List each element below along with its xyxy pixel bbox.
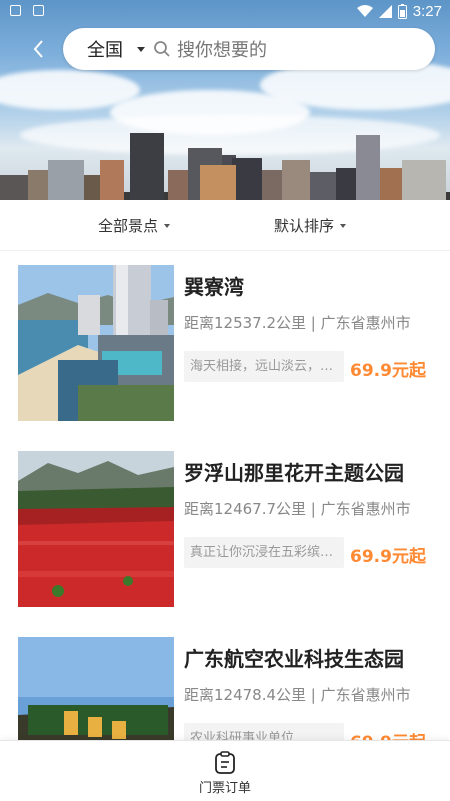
battery-icon: [397, 4, 407, 19]
spot-distance: 距离12467.7公里 | 广东省惠州市: [184, 500, 411, 518]
spot-tagline: 海天相接，远山淡云，阳光沙滩: [184, 351, 344, 382]
wifi-icon: [356, 5, 373, 17]
tab-ticket-orders-label: 门票订单: [198, 781, 251, 796]
sort-filter-label: 默认排序: [274, 217, 335, 235]
spot-name: 罗浮山那里花开主题公园: [184, 461, 404, 485]
image-icon: [10, 5, 21, 16]
search-input[interactable]: 搜你想要的: [177, 36, 267, 62]
caret-down-icon: [137, 46, 145, 52]
category-filter-label: 全部景点: [98, 217, 159, 235]
spot-distance: 距离12537.2公里 | 广东省惠州市: [184, 314, 411, 332]
font-icon: [33, 5, 44, 16]
search-bar[interactable]: 全国 搜你想要的: [63, 28, 435, 70]
back-button[interactable]: [26, 36, 52, 62]
signal-icon: [378, 5, 392, 18]
spot-price: 69.9元起: [350, 547, 426, 567]
ticket-order-icon: [215, 751, 235, 774]
sort-filter[interactable]: 默认排序: [274, 215, 347, 236]
scenic-spot-list: 巽寮湾 距离12537.2公里 | 广东省惠州市 海天相接，远山淡云，阳光沙滩 …: [0, 250, 450, 740]
list-item[interactable]: 巽寮湾 距离12537.2公里 | 广东省惠州市 海天相接，远山淡云，阳光沙滩 …: [0, 265, 450, 435]
list-item[interactable]: 广东航空农业科技生态园 距离12478.4公里 | 广东省惠州市 农业科研事业单…: [0, 637, 450, 740]
search-icon: [154, 41, 170, 57]
chevron-left-icon: [33, 40, 43, 58]
caret-down-icon: [340, 223, 347, 228]
filter-bar: 全部景点 默认排序: [0, 200, 450, 251]
header-banner: 3:27 全国 搜你想要的: [0, 0, 450, 200]
status-bar: 3:27: [0, 0, 450, 24]
spot-distance: 距离12478.4公里 | 广东省惠州市: [184, 686, 411, 704]
spot-name: 巽寮湾: [184, 275, 244, 299]
spot-thumbnail: [18, 265, 174, 421]
spot-thumbnail: [18, 637, 174, 740]
spot-price: 69.9元起: [350, 728, 426, 740]
status-time: 3:27: [412, 3, 442, 20]
spot-thumbnail: [18, 451, 174, 607]
category-filter[interactable]: 全部景点: [98, 215, 171, 236]
list-item[interactable]: 罗浮山那里花开主题公园 距离12467.7公里 | 广东省惠州市 真正让你沉浸在…: [0, 451, 450, 621]
region-selector[interactable]: 全国: [87, 36, 123, 62]
city-skyline: [0, 133, 450, 200]
tab-ticket-orders[interactable]: 门票订单: [190, 751, 260, 796]
spot-name: 广东航空农业科技生态园: [184, 647, 404, 671]
caret-down-icon: [164, 223, 171, 228]
bottom-tab-bar: 门票订单: [0, 740, 450, 801]
spot-tagline: 真正让你沉浸在五彩缤纷的花海: [184, 537, 344, 568]
spot-price: 69.9元起: [350, 361, 426, 381]
spot-tagline: 农业科研事业单位: [184, 723, 344, 740]
